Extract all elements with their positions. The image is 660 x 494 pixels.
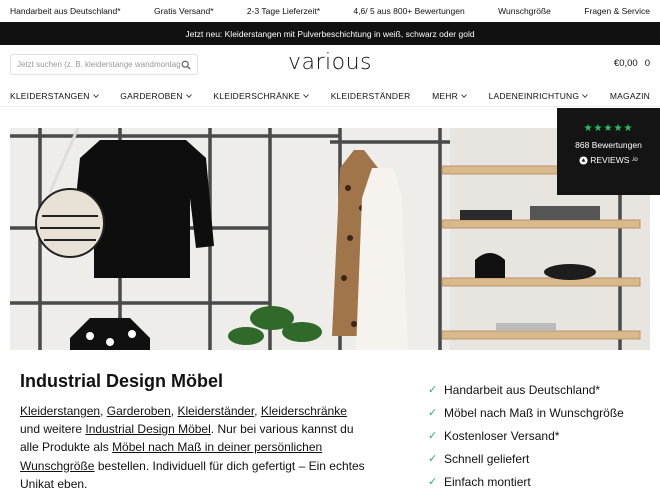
trust-item-custom-size[interactable]: Wunschgröße	[498, 6, 551, 16]
link-kleiderstangen[interactable]: Kleiderstangen	[20, 404, 100, 418]
chevron-down-icon	[185, 93, 192, 98]
reviews-widget[interactable]: ★★★★★ 868 Bewertungen ★ REVIEWS .io	[557, 108, 660, 195]
reviews-brand-name: REVIEWS	[590, 155, 630, 165]
reviews-brand-suffix: .io	[631, 157, 638, 163]
link-industrial-design[interactable]: Industrial Design Möbel	[85, 422, 210, 436]
svg-text:★: ★	[581, 157, 587, 164]
link-kleiderschraenke[interactable]: Kleiderschränke	[261, 404, 347, 418]
nav-item-magazin[interactable]: MAGAZIN	[610, 91, 650, 101]
check-icon: ✓	[428, 476, 438, 488]
intro-text: Kleiderstangen, Garderoben, Kleiderständ…	[20, 402, 370, 493]
hero-illustration	[10, 128, 650, 350]
trust-item-service[interactable]: Fragen & Service	[584, 6, 650, 16]
nav-item-kleiderstaender[interactable]: KLEIDERSTÄNDER	[331, 91, 411, 101]
usp-item: ✓ Schnell geliefert	[428, 447, 624, 470]
nav-label: KLEIDERSTÄNDER	[330, 90, 411, 101]
usp-label: Schnell geliefert	[444, 451, 530, 466]
intro-sep: ,	[100, 404, 107, 418]
logo[interactable]: various	[288, 50, 372, 75]
trust-item-rating[interactable]: 4,6/ 5 aus 800+ Bewertungen	[353, 6, 464, 16]
nav-item-kleiderschraenke[interactable]: KLEIDERSCHRÄNKE	[213, 91, 309, 101]
usp-label: Handarbeit aus Deutschland*	[444, 382, 601, 397]
intro-text-part: und weitere	[20, 422, 86, 437]
usp-label: Möbel nach Maß in Wunschgröße	[444, 405, 624, 420]
usp-item: ✓ Handarbeit aus Deutschland*	[428, 378, 624, 401]
chevron-down-icon	[582, 93, 589, 98]
chevron-down-icon	[461, 93, 467, 98]
chevron-down-icon	[303, 93, 309, 98]
check-icon: ✓	[428, 407, 438, 419]
intro-sep: ,	[254, 404, 258, 418]
search-box[interactable]	[10, 54, 198, 75]
nav-label: GARDEROBEN	[120, 90, 183, 101]
announcement-bar[interactable]: Jetzt neu: Kleiderstangen mit Pulverbesc…	[0, 22, 660, 45]
check-icon: ✓	[428, 384, 438, 396]
nav-item-kleiderstangen[interactable]: KLEIDERSTANGEN	[10, 91, 99, 101]
announcement-text[interactable]: Jetzt neu: Kleiderstangen mit Pulverbesc…	[185, 29, 474, 39]
search-input[interactable]	[17, 60, 181, 69]
trust-item-delivery: 2-3 Tage Lieferzeit*	[246, 6, 321, 16]
nav-label: LADENEINRICHTUNG	[488, 90, 580, 101]
link-garderoben[interactable]: Garderoben	[107, 404, 171, 418]
cart-count[interactable]: 0	[645, 58, 650, 69]
cart[interactable]: €0,00 0	[614, 58, 650, 69]
chevron-down-icon	[92, 93, 99, 98]
reviews-brand: ★ REVIEWS .io	[557, 155, 660, 165]
nav-label: MAGAZIN	[609, 90, 650, 101]
nav-item-garderoben[interactable]: GARDEROBEN	[120, 90, 192, 101]
trust-bar: Handarbeit aus Deutschland* Gratis Versa…	[0, 0, 660, 22]
nav-label: MEHR	[432, 90, 458, 101]
reviews-logo-icon: ★	[579, 155, 588, 164]
trust-item-handmade: Handarbeit aus Deutschland*	[10, 6, 121, 16]
nav-label: KLEIDERSCHRÄNKE	[213, 90, 301, 101]
nav-label: KLEIDERSTANGEN	[10, 90, 90, 101]
nav-item-mehr[interactable]: MEHR	[432, 91, 467, 101]
cart-total[interactable]: €0,00	[614, 58, 638, 69]
usp-list: ✓ Handarbeit aus Deutschland* ✓ Möbel nach…	[428, 378, 624, 493]
page-title: Industrial Design Möbel	[20, 371, 224, 391]
link-kleiderstaender[interactable]: Kleiderständer	[177, 404, 254, 418]
reviews-count: 868 Bewertungen	[575, 140, 642, 150]
main-nav: KLEIDERSTANGEN GARDEROBEN KLEIDERSCHRÄNK…	[0, 85, 660, 107]
nav-item-ladeneinrichtung[interactable]: LADENEINRICHTUNG	[489, 91, 589, 101]
usp-item: ✓ Kostenloser Versand*	[428, 424, 624, 447]
site-header: various €0,00 0	[0, 45, 660, 85]
search-icon[interactable]	[181, 60, 191, 70]
check-icon: ✓	[428, 453, 438, 465]
usp-label: Einfach montiert	[444, 474, 531, 489]
usp-item: ✓ Möbel nach Maß in Wunschgröße	[428, 401, 624, 424]
hero-image	[10, 128, 650, 350]
rating-stars-icon: ★★★★★	[583, 123, 634, 134]
check-icon: ✓	[428, 430, 438, 442]
usp-label: Kostenloser Versand*	[444, 428, 560, 443]
trust-item-shipping: Gratis Versand*	[153, 6, 214, 16]
usp-item: ✓ Einfach montiert	[428, 470, 624, 493]
